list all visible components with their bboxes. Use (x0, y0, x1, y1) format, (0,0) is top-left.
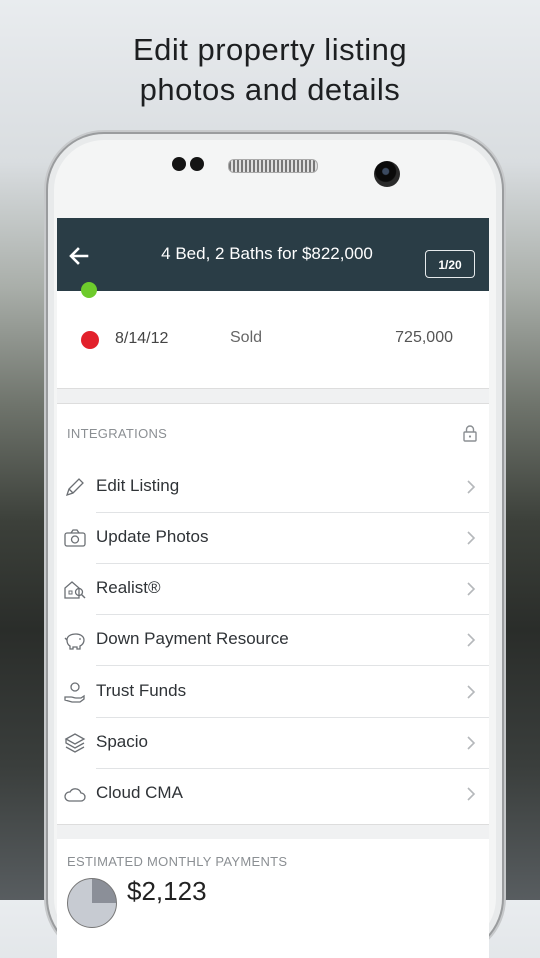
chevron-right-icon (467, 480, 476, 494)
chevron-right-icon (467, 685, 476, 699)
payment-pie-chart (67, 878, 117, 928)
integration-down-payment-resource[interactable]: Down Payment Resource (57, 615, 489, 666)
integration-realist[interactable]: Realist® (57, 564, 489, 615)
payments-header: ESTIMATED MONTHLY PAYMENTS (67, 854, 288, 869)
status-dot-active (81, 282, 97, 298)
integration-update-photos[interactable]: Update Photos (57, 513, 489, 564)
chevron-right-icon (467, 531, 476, 545)
sensor-dot (190, 157, 204, 171)
integration-label: Update Photos (96, 527, 209, 546)
pencil-icon (65, 478, 84, 497)
arrow-left-icon[interactable] (67, 244, 91, 268)
camera-icon (64, 529, 86, 547)
integration-label: Realist® (96, 578, 161, 597)
promo-headline: Edit property listing photos and details (0, 30, 540, 110)
cloud-icon (64, 788, 86, 802)
spacio-logo-icon (64, 733, 86, 753)
chevron-right-icon (467, 582, 476, 596)
sensor-dot (172, 157, 186, 171)
chevron-right-icon (467, 633, 476, 647)
history-price: 725,000 (395, 329, 453, 346)
photo-counter[interactable]: 1/20 (425, 250, 475, 278)
integration-trust-funds[interactable]: Trust Funds (57, 667, 489, 718)
section-divider (57, 824, 489, 839)
integration-label: Edit Listing (96, 476, 180, 495)
promo-line-2: photos and details (139, 72, 401, 107)
house-search-icon (64, 581, 86, 599)
promo-line-1: Edit property listing (132, 32, 408, 67)
chevron-right-icon (467, 736, 476, 750)
history-row: 8/14/12 Sold 725,000 (57, 318, 489, 364)
history-date: 8/14/12 (115, 330, 169, 347)
monthly-payment-amount: $2,123 (127, 876, 207, 906)
chevron-right-icon (467, 787, 476, 801)
listing-title: 4 Bed, 2 Baths for $822,000 (161, 244, 373, 263)
integration-label: Cloud CMA (96, 783, 183, 802)
app-screen: 4 Bed, 2 Baths for $822,000 1/20 8/14/12… (57, 218, 489, 958)
history-status: Sold (230, 329, 263, 346)
separator (96, 665, 489, 666)
integration-label: Spacio (96, 732, 148, 751)
section-divider (57, 388, 489, 404)
integration-label: Trust Funds (96, 681, 187, 700)
phone-frame: 4 Bed, 2 Baths for $822,000 1/20 8/14/12… (46, 132, 504, 958)
integration-label: Down Payment Resource (96, 629, 289, 648)
piggy-bank-icon (64, 633, 85, 650)
hand-money-icon (64, 682, 85, 703)
earpiece-grille (228, 159, 318, 173)
integration-edit-listing[interactable]: Edit Listing (57, 462, 489, 513)
app-bar: 4 Bed, 2 Baths for $822,000 1/20 (57, 218, 489, 291)
integrations-header: INTEGRATIONS (67, 426, 168, 441)
status-dot-sold (81, 331, 99, 349)
lock-icon (463, 425, 477, 442)
front-camera (374, 161, 400, 187)
integration-spacio[interactable]: Spacio (57, 718, 489, 769)
integration-cloud-cma[interactable]: Cloud CMA (57, 769, 489, 820)
